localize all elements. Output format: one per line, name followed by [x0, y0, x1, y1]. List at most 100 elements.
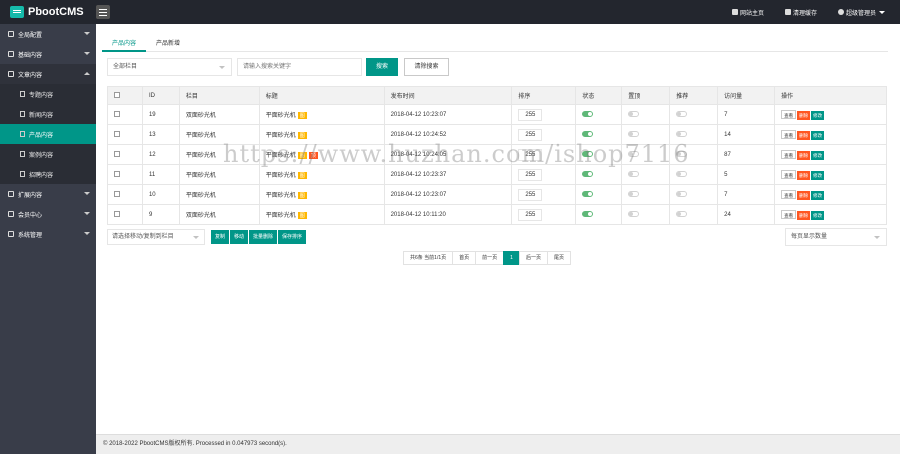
- sidebar-subitem[interactable]: 招聘内容: [0, 164, 96, 184]
- table-row: 11 平面砂光机 平面砂光机图 2018-04-12 10:23:37 255 5 查看 删除…: [107, 164, 887, 185]
- row-select-cell[interactable]: [107, 104, 143, 125]
- admin-menu[interactable]: 超级管理员: [838, 0, 886, 24]
- title-badge: 图: [297, 172, 307, 179]
- row-checkbox[interactable]: [114, 210, 120, 217]
- select-all-checkbox[interactable]: [114, 91, 120, 98]
- pager-last[interactable]: 尾页: [546, 251, 571, 265]
- clear-cache-link[interactable]: 清理缓存: [785, 0, 817, 24]
- menu-toggle-button[interactable]: [96, 5, 110, 19]
- top-toggle[interactable]: [628, 210, 640, 217]
- status-toggle[interactable]: [582, 190, 594, 197]
- top-toggle[interactable]: [628, 190, 640, 197]
- row-sort-cell: 255: [511, 124, 577, 145]
- copy-button[interactable]: 复制: [211, 230, 230, 244]
- tab-product-content[interactable]: 产品内容: [102, 38, 147, 52]
- recommend-toggle[interactable]: [676, 110, 688, 117]
- edit-button[interactable]: 修改: [811, 170, 825, 180]
- batch-actions: 复制 移动 批量删除 保存排序: [211, 230, 307, 244]
- row-select-cell[interactable]: [107, 144, 143, 165]
- status-toggle[interactable]: [582, 210, 594, 217]
- save-sort-button[interactable]: 保存排序: [278, 230, 307, 244]
- delete-button[interactable]: 删除: [797, 210, 811, 220]
- pager-next[interactable]: 后一页: [518, 251, 548, 265]
- sidebar-subitem[interactable]: 产品内容: [0, 124, 96, 144]
- title-badge: 图: [297, 132, 307, 139]
- sidebar-subitem[interactable]: 新闻内容: [0, 104, 96, 124]
- delete-button[interactable]: 删除: [797, 170, 811, 180]
- row-checkbox[interactable]: [114, 170, 120, 177]
- pager-prev[interactable]: 前一页: [475, 251, 505, 265]
- sidebar-item[interactable]: 全局配置: [0, 24, 96, 44]
- view-button[interactable]: 查看: [781, 169, 797, 179]
- row-select-cell[interactable]: [107, 164, 143, 185]
- recommend-toggle[interactable]: [676, 130, 688, 137]
- sort-input[interactable]: 255: [518, 168, 543, 181]
- sidebar-item[interactable]: 文章内容: [0, 64, 96, 84]
- status-toggle[interactable]: [582, 110, 594, 117]
- row-select-cell[interactable]: [107, 184, 143, 205]
- category-filter-select[interactable]: 全部栏目: [107, 58, 232, 76]
- top-toggle[interactable]: [628, 170, 640, 177]
- sort-input[interactable]: 255: [518, 128, 543, 141]
- row-checkbox[interactable]: [114, 150, 120, 157]
- pager-first[interactable]: 首页: [452, 251, 477, 265]
- row-title-cell: 平面砂光机图: [258, 204, 385, 225]
- sidebar-item[interactable]: 基础内容: [0, 44, 96, 64]
- row-select-cell[interactable]: [107, 124, 143, 145]
- header-category: 栏目: [178, 86, 260, 105]
- delete-button[interactable]: 删除: [797, 130, 811, 140]
- sidebar-item[interactable]: 会员中心: [0, 204, 96, 224]
- site-home-link[interactable]: 网站主页: [732, 0, 764, 24]
- sort-input[interactable]: 255: [518, 188, 543, 201]
- pager-current[interactable]: 1: [503, 251, 520, 265]
- sidebar-subitem[interactable]: 案例内容: [0, 144, 96, 164]
- view-button[interactable]: 查看: [781, 109, 797, 119]
- clear-search-button[interactable]: 清除搜索: [404, 58, 449, 76]
- view-button[interactable]: 查看: [781, 189, 797, 199]
- sidebar-subitem[interactable]: 专题内容: [0, 84, 96, 104]
- batch-delete-button[interactable]: 批量删除: [249, 230, 278, 244]
- row-category: 双面砂光机: [178, 204, 260, 225]
- top-toggle[interactable]: [628, 130, 640, 137]
- recommend-toggle[interactable]: [676, 190, 688, 197]
- row-title: 平面砂光机: [265, 173, 296, 179]
- sort-input[interactable]: 255: [518, 108, 543, 121]
- recommend-toggle[interactable]: [676, 170, 688, 177]
- sort-input[interactable]: 255: [518, 148, 543, 161]
- sort-input[interactable]: 255: [518, 208, 543, 221]
- status-toggle[interactable]: [582, 130, 594, 137]
- view-button[interactable]: 查看: [781, 209, 797, 219]
- row-select-cell[interactable]: [107, 204, 143, 225]
- view-button[interactable]: 查看: [781, 149, 797, 159]
- row-checkbox[interactable]: [114, 130, 120, 137]
- sidebar-item[interactable]: 系统管理: [0, 224, 96, 244]
- header-select-all[interactable]: [107, 86, 143, 105]
- table-row: 12 平面砂光机 平面砂光机图顶 2018-04-12 10:24:05 255 87 查看…: [107, 144, 887, 165]
- row-checkbox[interactable]: [114, 110, 120, 117]
- edit-button[interactable]: 修改: [811, 210, 825, 220]
- top-toggle[interactable]: [628, 110, 640, 117]
- per-page-select[interactable]: 每页显示数量: [785, 228, 887, 246]
- status-toggle[interactable]: [582, 170, 594, 177]
- edit-button[interactable]: 修改: [811, 190, 825, 200]
- delete-button[interactable]: 删除: [797, 190, 811, 200]
- sidebar-item[interactable]: 扩展内容: [0, 184, 96, 204]
- edit-button[interactable]: 修改: [811, 150, 825, 160]
- recommend-toggle[interactable]: [676, 210, 688, 217]
- search-input[interactable]: [237, 58, 362, 76]
- recommend-toggle[interactable]: [676, 150, 688, 157]
- edit-button[interactable]: 修改: [811, 130, 825, 140]
- tab-product-add[interactable]: 产品新增: [146, 38, 190, 52]
- search-button[interactable]: 搜索: [366, 58, 398, 76]
- status-toggle[interactable]: [582, 150, 594, 157]
- logo[interactable]: PbootCMS: [0, 0, 96, 24]
- top-toggle[interactable]: [628, 150, 640, 157]
- delete-button[interactable]: 删除: [797, 150, 811, 160]
- move-button[interactable]: 移动: [230, 230, 249, 244]
- view-button[interactable]: 查看: [781, 129, 797, 139]
- row-checkbox[interactable]: [114, 190, 120, 197]
- delete-button[interactable]: 删除: [797, 110, 811, 120]
- row-date: 2018-04-12 10:23:07: [383, 104, 513, 125]
- edit-button[interactable]: 修改: [811, 110, 825, 120]
- move-copy-target-select[interactable]: 请选择移动/复制到栏目: [107, 229, 205, 245]
